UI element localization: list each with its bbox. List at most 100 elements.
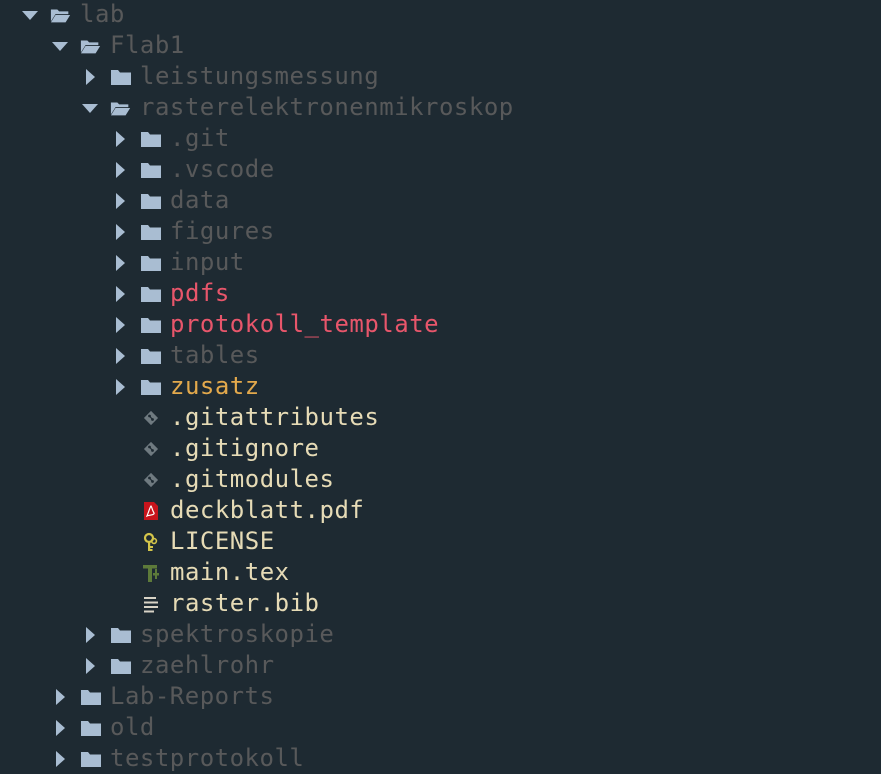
git-icon [140, 408, 162, 428]
tree-item-label: raster.bib [170, 589, 320, 617]
tree-item-label: protokoll_template [170, 310, 440, 338]
folder-icon [140, 284, 162, 304]
tree-item-label: data [170, 186, 230, 214]
tree-file-row[interactable]: .gitmodules [110, 464, 334, 495]
arrow-spacer [110, 439, 130, 459]
folder-open-icon [110, 98, 132, 118]
chevron-down-icon[interactable] [20, 5, 40, 25]
chevron-down-icon[interactable] [80, 98, 100, 118]
arrow-spacer [110, 501, 130, 521]
tree-file-row[interactable]: .gitignore [110, 433, 320, 464]
tree-item-label: zusatz [170, 372, 260, 400]
tree-item-label: lab [80, 0, 125, 28]
git-icon [140, 470, 162, 490]
chevron-right-icon[interactable] [110, 253, 130, 273]
folder-open-icon [50, 5, 72, 25]
tree-item-label: .gitattributes [170, 403, 380, 431]
git-icon [140, 439, 162, 459]
tree-folder-row[interactable]: rasterelektronenmikroskop [80, 92, 514, 123]
tree-folder-row[interactable]: tables [110, 340, 260, 371]
tree-item-label: tables [170, 341, 260, 369]
tree-item-label: .vscode [170, 155, 275, 183]
pdf-icon [140, 501, 162, 521]
folder-open-icon [80, 36, 102, 56]
chevron-right-icon[interactable] [110, 222, 130, 242]
chevron-right-icon[interactable] [80, 656, 100, 676]
folder-icon [140, 160, 162, 180]
tree-folder-row[interactable]: spektroskopie [80, 619, 334, 650]
tree-item-label: old [110, 713, 155, 741]
chevron-right-icon[interactable] [110, 129, 130, 149]
tree-folder-row[interactable]: lab [20, 0, 125, 30]
tree-item-label: rasterelektronenmikroskop [140, 93, 514, 121]
tree-item-label: zaehlrohr [140, 651, 275, 679]
tree-item-label: .gitignore [170, 434, 320, 462]
tree-folder-row[interactable]: input [110, 247, 245, 278]
license-icon [140, 532, 162, 552]
arrow-spacer [110, 563, 130, 583]
chevron-right-icon[interactable] [110, 346, 130, 366]
chevron-right-icon[interactable] [50, 749, 70, 769]
chevron-right-icon[interactable] [110, 315, 130, 335]
folder-icon [140, 253, 162, 273]
tree-folder-row[interactable]: leistungsmessung [80, 61, 379, 92]
tree-item-label: spektroskopie [140, 620, 335, 648]
tree-item-label: Flab1 [110, 31, 185, 59]
folder-icon [140, 315, 162, 335]
folder-icon [140, 346, 162, 366]
tree-folder-row[interactable]: Lab-Reports [50, 681, 274, 712]
tree-folder-row[interactable]: .git [110, 123, 230, 154]
tree-item-label: .gitmodules [170, 465, 335, 493]
tree-folder-row[interactable]: figures [110, 216, 275, 247]
tree-item-label: Lab-Reports [110, 682, 275, 710]
tree-file-row[interactable]: deckblatt.pdf [110, 495, 364, 526]
folder-icon [140, 222, 162, 242]
folder-icon [140, 129, 162, 149]
tree-folder-row[interactable]: .vscode [110, 154, 275, 185]
chevron-down-icon[interactable] [50, 36, 70, 56]
folder-icon [80, 749, 102, 769]
tree-item-label: pdfs [170, 279, 230, 307]
chevron-right-icon[interactable] [80, 625, 100, 645]
tree-item-label: .git [170, 124, 230, 152]
arrow-spacer [110, 408, 130, 428]
tree-item-label: testprotokoll [110, 744, 305, 772]
tree-folder-row[interactable]: testprotokoll [50, 743, 304, 774]
tree-item-label: main.tex [170, 558, 290, 586]
tree-item-label: input [170, 248, 245, 276]
tree-item-label: LICENSE [170, 527, 275, 555]
chevron-right-icon[interactable] [50, 687, 70, 707]
chevron-right-icon[interactable] [110, 191, 130, 211]
tree-item-label: figures [170, 217, 275, 245]
tree-folder-row[interactable]: protokoll_template [110, 309, 439, 340]
folder-icon [110, 625, 132, 645]
tree-folder-row[interactable]: Flab1 [50, 30, 185, 61]
tree-file-row[interactable]: LICENSE [110, 526, 275, 557]
tex-icon [140, 563, 162, 583]
file-tree: lab Flab1 leistungsmessung rasterelektron… [0, 0, 881, 774]
folder-icon [80, 718, 102, 738]
folder-icon [80, 687, 102, 707]
folder-icon [140, 191, 162, 211]
tree-folder-row[interactable]: old [50, 712, 155, 743]
tree-folder-row[interactable]: zaehlrohr [80, 650, 275, 681]
tree-item-label: leistungsmessung [140, 62, 380, 90]
tree-file-row[interactable]: raster.bib [110, 588, 320, 619]
tree-file-row[interactable]: main.tex [110, 557, 290, 588]
chevron-right-icon[interactable] [110, 377, 130, 397]
bib-icon [140, 594, 162, 614]
folder-icon [110, 67, 132, 87]
tree-file-row[interactable]: .gitattributes [110, 402, 379, 433]
tree-folder-row[interactable]: pdfs [110, 278, 230, 309]
chevron-right-icon[interactable] [80, 67, 100, 87]
arrow-spacer [110, 470, 130, 490]
chevron-right-icon[interactable] [110, 160, 130, 180]
folder-icon [110, 656, 132, 676]
tree-folder-row[interactable]: data [110, 185, 230, 216]
chevron-right-icon[interactable] [110, 284, 130, 304]
chevron-right-icon[interactable] [50, 718, 70, 738]
tree-item-label: deckblatt.pdf [170, 496, 365, 524]
tree-folder-row[interactable]: zusatz [110, 371, 260, 402]
arrow-spacer [110, 532, 130, 552]
folder-icon [140, 377, 162, 397]
